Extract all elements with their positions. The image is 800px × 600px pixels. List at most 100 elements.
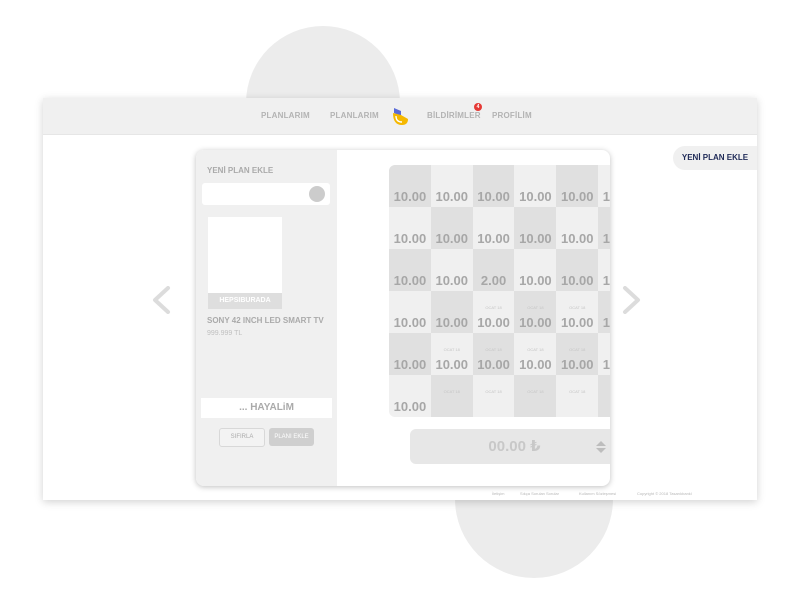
grid-cell-amount: 10.00	[435, 189, 469, 204]
grid-cell-date: OCAT 18	[598, 305, 610, 310]
logo-icon[interactable]	[390, 106, 410, 128]
grid-cell[interactable]: OCAT 18 10.00	[598, 333, 610, 375]
grid-cell[interactable]: 10.00	[472, 165, 515, 207]
grid-cell-date: OCAT 18	[485, 305, 502, 310]
grid-cell-date: OCAT 18	[443, 347, 460, 352]
grid-cell-amount: 10.00	[435, 315, 469, 330]
stepper-arrows-icon[interactable]	[595, 440, 607, 454]
grid-cell[interactable]: 10.00	[430, 291, 473, 333]
app-window: PLANLARIM PLANLARIM BİLDİRİMLER 4 PROFİL…	[43, 98, 757, 500]
grid-cell[interactable]: 10.00	[389, 291, 431, 333]
reset-button[interactable]: SIFIRLA	[219, 428, 265, 447]
grid-cell-amount: 10.00	[393, 357, 427, 372]
grid-cell[interactable]: OCAT 18 10.00	[556, 291, 599, 333]
grid-cell-date: OCAT 18	[569, 389, 586, 394]
grid-cell[interactable]: OCAT 18	[472, 375, 515, 417]
grid-cell-amount: 10.00	[602, 315, 610, 330]
grid-cell-date: OCAT 18	[485, 347, 502, 352]
footer-link-faq[interactable]: Sıkça Sorulan Sorular	[520, 491, 559, 496]
grid-cell[interactable]: 10.00	[514, 165, 557, 207]
nav-item-planlarim-1[interactable]: PLANLARIM	[261, 111, 310, 120]
notification-badge: 4	[474, 103, 482, 111]
grid-cell[interactable]: OCAT 18 10.00	[598, 291, 610, 333]
grid-cell-amount: 10.00	[435, 231, 469, 246]
grid-cell-amount: 10.00	[477, 357, 510, 372]
grid-cell-amount: 10.00	[519, 315, 552, 330]
grid-cell[interactable]: OCAT 18 10.00	[556, 333, 599, 375]
grid-cell[interactable]: OCAT 18	[556, 375, 599, 417]
footer-link-contact[interactable]: İletişim	[492, 491, 504, 496]
footer-link-terms[interactable]: Kullanım Sözleşmesi	[579, 491, 616, 496]
grid-cell[interactable]: 10.00	[598, 165, 610, 207]
product-price: 999.999 TL	[207, 330, 243, 337]
grid-cell[interactable]: 10.00	[514, 249, 557, 291]
grid-cell-date: OCAT 18	[527, 347, 544, 352]
grid-cell[interactable]: 2.00	[472, 249, 515, 291]
add-plan-button[interactable]: PLANI EKLE	[269, 428, 314, 446]
grid-cell[interactable]: 10.00	[598, 249, 610, 291]
grid-cell[interactable]: 10.00	[389, 207, 431, 249]
nav-item-profilim[interactable]: PROFİLİM	[492, 111, 532, 120]
grid-cell[interactable]: 10.00	[598, 207, 610, 249]
grid-cell[interactable]: OCAT 18 10.00	[472, 291, 515, 333]
grid-cell[interactable]: 10.00	[389, 165, 431, 207]
grid-cell-amount: 10.00	[393, 231, 427, 246]
nav-item-bildirimler[interactable]: BİLDİRİMLER	[427, 111, 481, 120]
grid-cell[interactable]: 10.00	[389, 375, 431, 417]
panel-title: YENİ PLAN EKLE	[207, 166, 274, 175]
grid-cell-amount: 10.00	[519, 231, 552, 246]
grid-cell[interactable]: 10.00	[556, 165, 599, 207]
savings-grid: 10.00 10.00 10.00 10.00 10.00 10.00 10.00 10.00…	[389, 165, 610, 417]
grid-cell-amount: 10.00	[519, 189, 552, 204]
grid-cell-date: OCAT 18	[443, 389, 460, 394]
nav-item-planlarim-2[interactable]: PLANLARIM	[330, 111, 379, 120]
grid-cell[interactable]: OCAT 18 10.00	[514, 333, 557, 375]
grid-cell-amount: 10.00	[602, 273, 610, 288]
grid-cell[interactable]: 10.00	[389, 333, 431, 375]
chevron-right-icon[interactable]	[619, 286, 643, 314]
new-plan-button[interactable]: YENİ PLAN EKLE	[673, 146, 757, 170]
grid-cell-amount: 10.00	[602, 357, 610, 372]
dream-title-input[interactable]: ... HAYALiM	[201, 398, 332, 418]
amount-stepper[interactable]: 00.00 ₺	[410, 429, 610, 464]
grid-cell[interactable]: OCAT 18 10.00	[472, 333, 515, 375]
grid-cell[interactable]: 10.00	[556, 249, 599, 291]
grid-cell[interactable]: 10.00	[472, 207, 515, 249]
plan-form-panel: YENİ PLAN EKLE HEPSIBURADA SONY 42 INCH …	[196, 150, 337, 486]
grid-cell-amount: 10.00	[560, 189, 594, 204]
chevron-left-icon[interactable]	[150, 286, 174, 314]
grid-cell[interactable]: 10.00	[430, 207, 473, 249]
grid-cell[interactable]: 10.00	[430, 249, 473, 291]
grid-cell[interactable]: OCAT 18	[514, 375, 557, 417]
search-icon[interactable]	[309, 186, 325, 202]
product-image	[208, 217, 282, 293]
grid-cell[interactable]: 10.00	[430, 165, 473, 207]
amount-value[interactable]: 00.00 ₺	[410, 429, 610, 464]
grid-cell[interactable]: OCAT 18 10.00	[514, 291, 557, 333]
grid-cell-amount: 10.00	[435, 273, 469, 288]
product-search-input[interactable]	[202, 183, 330, 205]
grid-cell-amount: 10.00	[477, 315, 510, 330]
grid-cell[interactable]: OCAT 18	[430, 375, 473, 417]
grid-cell-amount: 10.00	[560, 231, 594, 246]
grid-cell-amount: 10.00	[393, 315, 427, 330]
grid-cell[interactable]: 10.00	[389, 249, 431, 291]
store-label: HEPSIBURADA	[208, 293, 282, 309]
grid-cell-amount: 10.00	[519, 357, 552, 372]
product-name: SONY 42 INCH LED SMART TV	[207, 316, 324, 325]
grid-cell[interactable]: 10.00	[514, 207, 557, 249]
grid-cell-amount: 10.00	[519, 273, 552, 288]
grid-cell[interactable]: OCAT 18 10.00	[430, 333, 473, 375]
grid-cell-amount: 10.00	[560, 315, 594, 330]
grid-cell-amount: 2.00	[480, 273, 507, 288]
grid-cell-amount: 10.00	[435, 357, 469, 372]
grid-cell-date: OCAT 18	[598, 389, 610, 394]
grid-cell-date: OCAT 18	[527, 389, 544, 394]
plan-card: YENİ PLAN EKLE HEPSIBURADA SONY 42 INCH …	[196, 150, 610, 486]
grid-cell[interactable]: OCAT 18	[598, 375, 610, 417]
grid-cell-date: OCAT 18	[485, 389, 502, 394]
grid-cell-date: OCAT 18	[569, 305, 586, 310]
grid-cell-amount: 10.00	[393, 189, 427, 204]
grid-cell-amount: 10.00	[393, 399, 427, 414]
grid-cell[interactable]: 10.00	[556, 207, 599, 249]
